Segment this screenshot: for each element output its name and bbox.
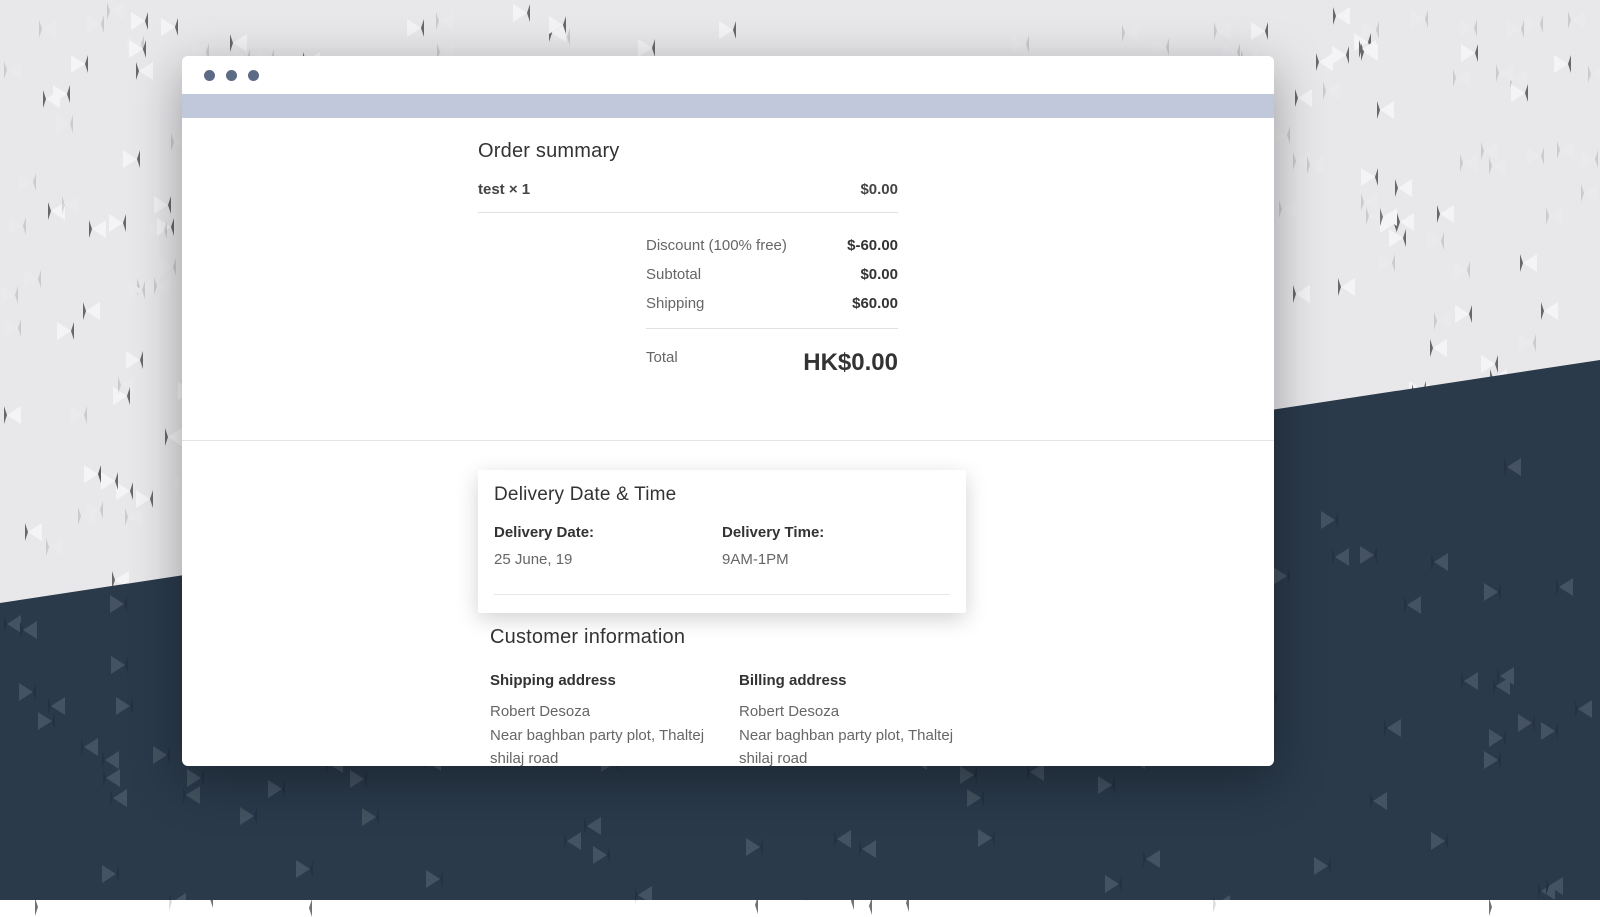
section-divider [182,440,1274,441]
totals-separator [646,328,898,329]
delivery-date-label: Delivery Date: [494,524,722,541]
total-amount: HK$0.00 [803,349,898,377]
totals-block: Discount (100% free) $-60.00 Subtotal $0… [646,231,898,383]
window-dot-icon [204,70,215,81]
delivery-time-value: 9AM-1PM [722,551,950,568]
browser-window: Order summary test × 1 $0.00 Discount (1… [182,56,1274,766]
shipping-name: Robert Desoza [490,700,721,723]
window-dot-icon [248,70,259,81]
billing-address-heading: Billing address [739,669,970,692]
customer-columns: Shipping address Robert Desoza Near bagh… [490,669,970,766]
customer-info-section: Customer information Shipping address Ro… [490,626,970,766]
subtotal-amount: $0.00 [860,266,898,283]
page-content: Order summary test × 1 $0.00 Discount (1… [182,118,1274,766]
billing-address-column: Billing address Robert Desoza Near baghb… [739,669,970,766]
shipping-line1: Near baghban party plot, Thaltej shilaj … [490,724,721,767]
line-item-row: test × 1 $0.00 [478,181,898,213]
shipping-address-heading: Shipping address [490,669,721,692]
window-dot-icon [226,70,237,81]
delivery-time-column: Delivery Time: 9AM-1PM [722,524,950,568]
delivery-title: Delivery Date & Time [494,484,950,506]
grand-total-row: Total HK$0.00 [646,343,898,383]
delivery-card: Delivery Date & Time Delivery Date: 25 J… [478,470,966,613]
billing-line1: Near baghban party plot, Thaltej shilaj … [739,724,970,767]
line-item-label: test × 1 [478,181,530,198]
delivery-columns: Delivery Date: 25 June, 19 Delivery Time… [494,524,950,568]
order-summary-title: Order summary [478,140,898,163]
discount-label: Discount (100% free) [646,237,787,254]
order-summary-section: Order summary test × 1 $0.00 Discount (1… [478,140,898,383]
shipping-amount: $60.00 [852,295,898,312]
shipping-label: Shipping [646,295,704,312]
shipping-row: Shipping $60.00 [646,289,898,318]
window-toolbar [182,94,1274,118]
shipping-address-column: Shipping address Robert Desoza Near bagh… [490,669,721,766]
subtotal-row: Subtotal $0.00 [646,260,898,289]
delivery-bottom-divider [494,594,950,595]
delivery-date-value: 25 June, 19 [494,551,722,568]
customer-info-title: Customer information [490,626,970,649]
discount-row: Discount (100% free) $-60.00 [646,231,898,260]
total-label: Total [646,349,678,377]
delivery-time-label: Delivery Time: [722,524,950,541]
billing-name: Robert Desoza [739,700,970,723]
discount-amount: $-60.00 [847,237,898,254]
subtotal-label: Subtotal [646,266,701,283]
line-item-amount: $0.00 [860,181,898,198]
delivery-date-column: Delivery Date: 25 June, 19 [494,524,722,568]
window-titlebar [182,56,1274,94]
